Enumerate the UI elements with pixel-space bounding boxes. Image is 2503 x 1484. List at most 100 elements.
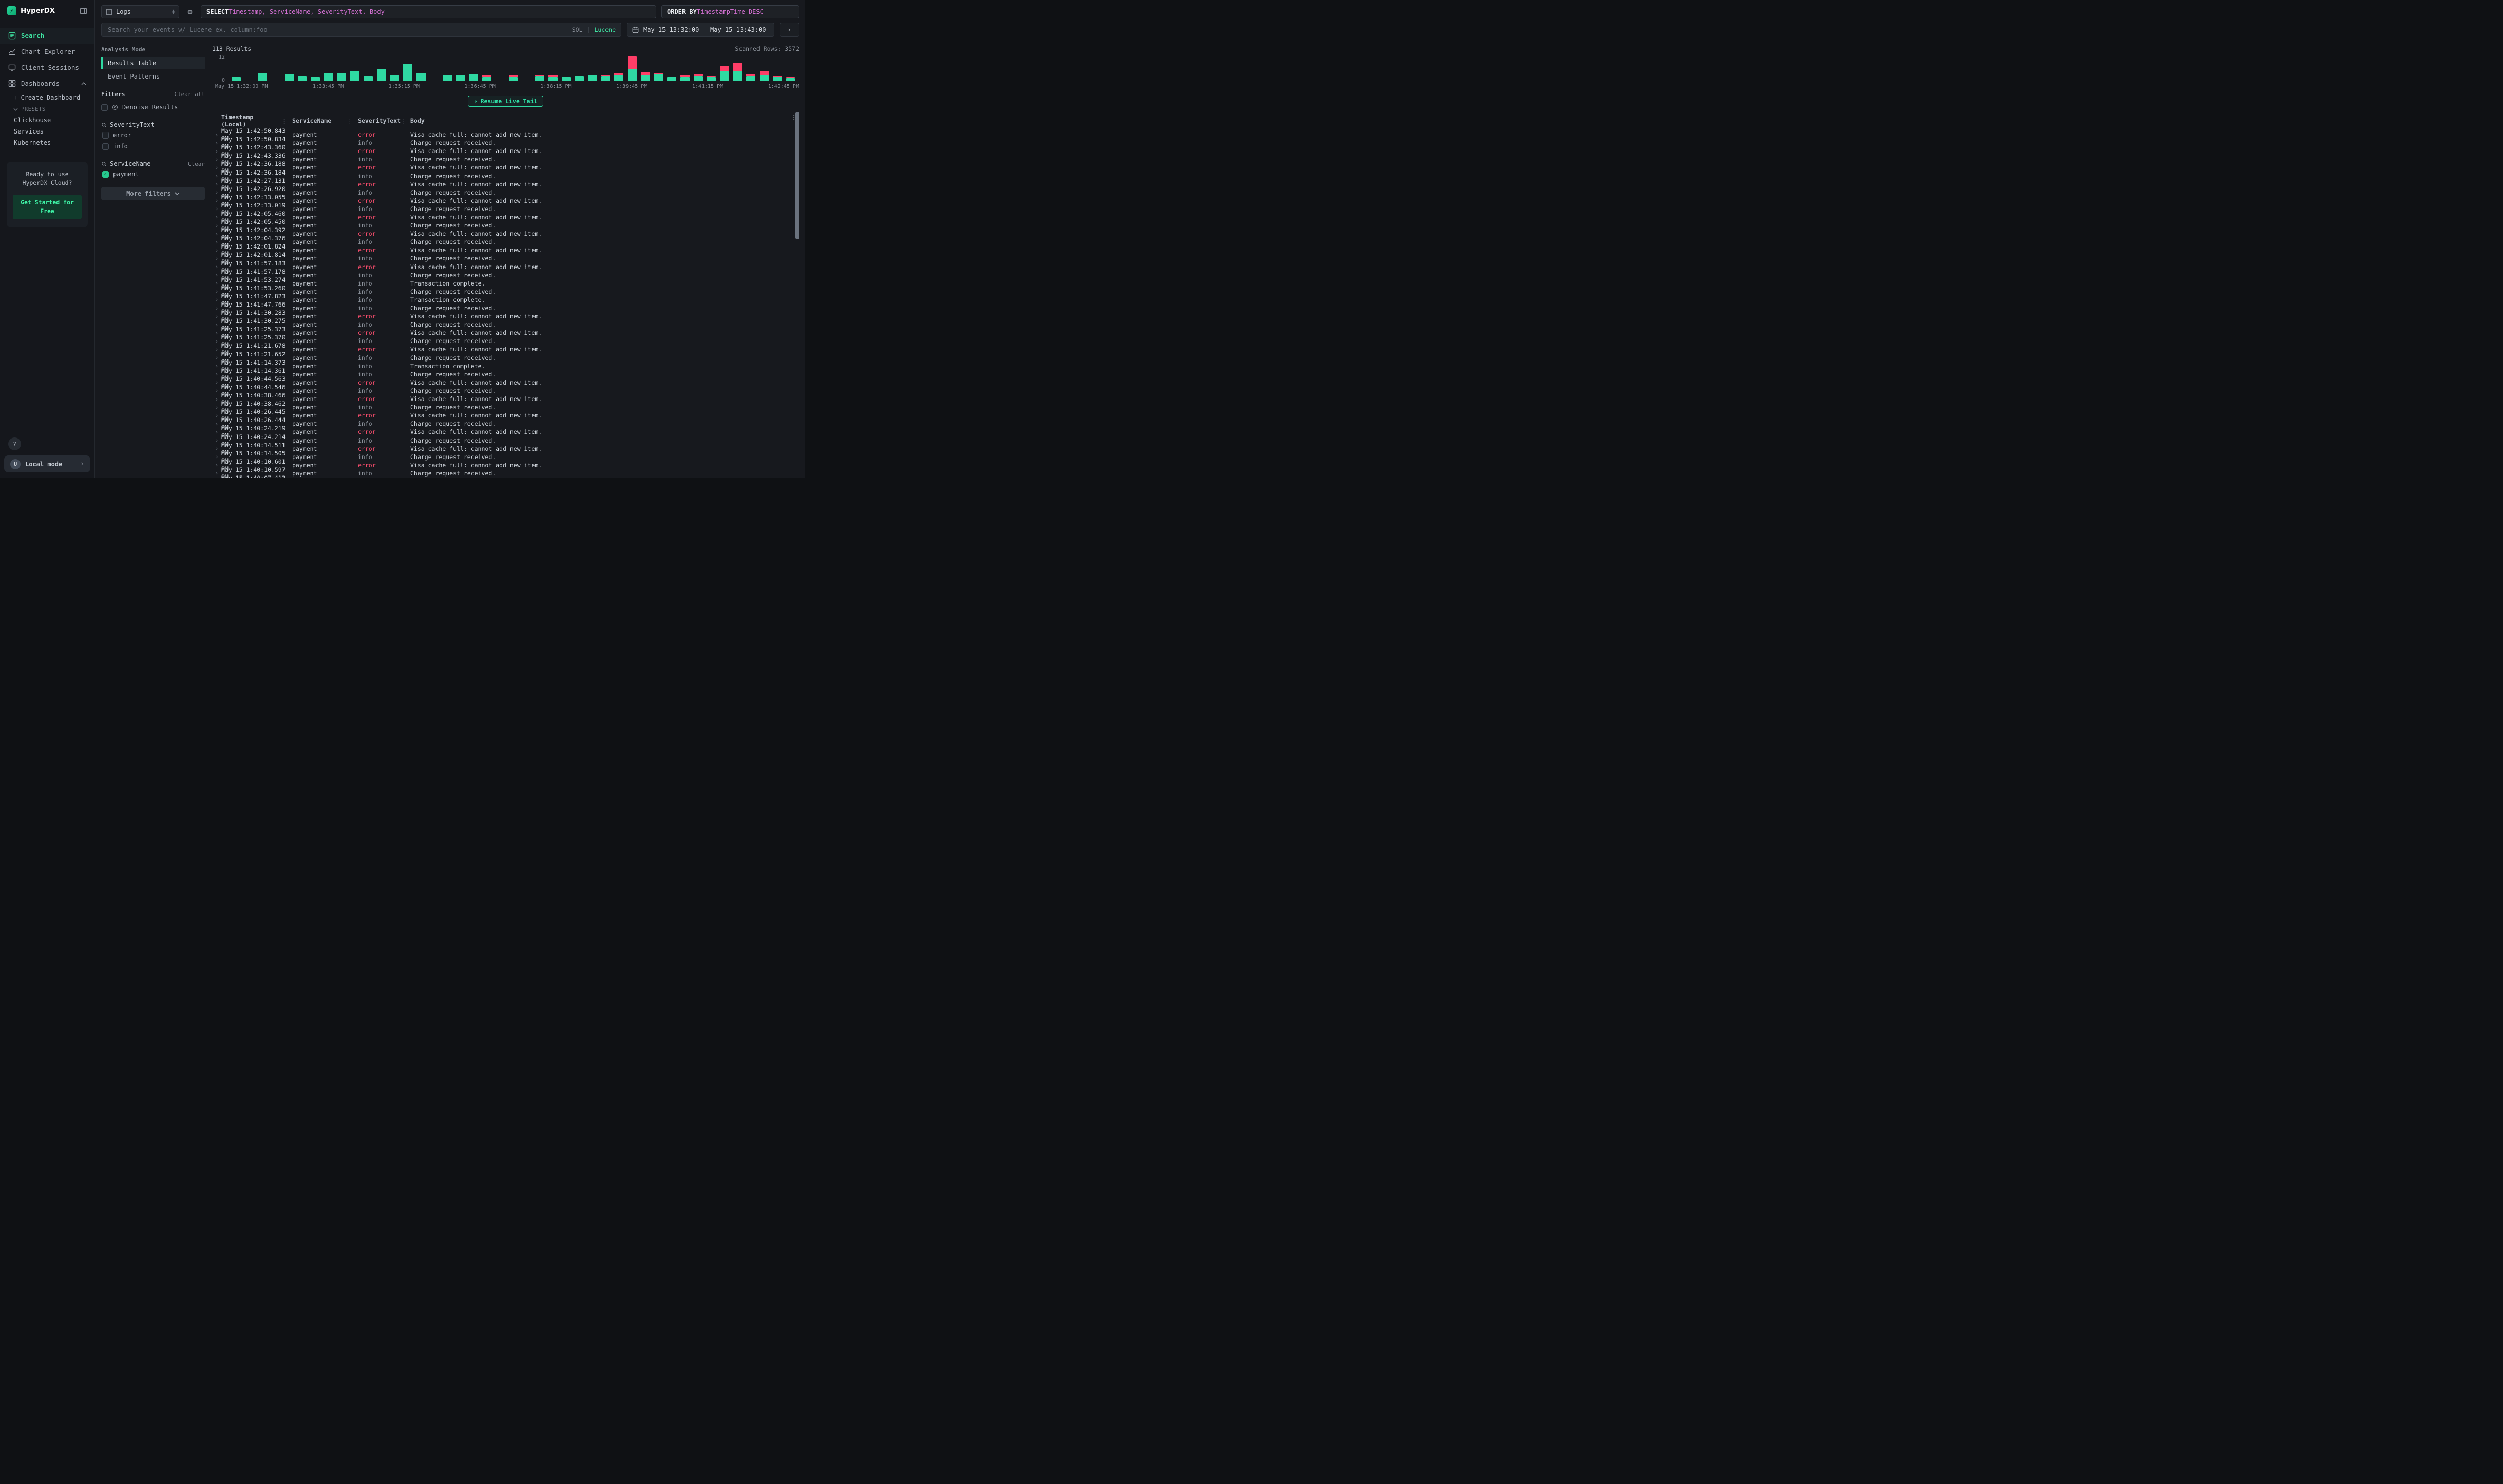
expand-chevron-icon[interactable]: ›: [212, 313, 221, 320]
log-row[interactable]: › May 15 1:40:14.505 PM payment info Cha…: [212, 453, 799, 461]
expand-chevron-icon[interactable]: ›: [212, 305, 221, 312]
log-row[interactable]: › May 15 1:42:13.019 PM payment info Cha…: [212, 205, 799, 213]
expand-chevron-icon[interactable]: ›: [212, 148, 221, 155]
denoise-results-checkbox-row[interactable]: Denoise Results: [101, 102, 205, 113]
log-row[interactable]: › May 15 1:41:21.652 PM payment info Cha…: [212, 354, 799, 362]
log-row[interactable]: › May 15 1:41:53.260 PM payment info Cha…: [212, 288, 799, 296]
log-row[interactable]: › May 15 1:40:38.462 PM payment info Cha…: [212, 403, 799, 411]
histogram-bar[interactable]: [614, 56, 623, 81]
histogram-bar[interactable]: [324, 56, 333, 81]
log-row[interactable]: › May 15 1:40:10.597 PM payment info Cha…: [212, 469, 799, 478]
expand-chevron-icon[interactable]: ›: [212, 272, 221, 278]
sidebar-item-client-sessions[interactable]: Client Sessions: [0, 60, 94, 75]
expand-chevron-icon[interactable]: ›: [212, 231, 221, 237]
log-row[interactable]: › May 15 1:42:36.188 PM payment error Vi…: [212, 163, 799, 172]
histogram-bar[interactable]: [707, 56, 716, 81]
log-row[interactable]: › May 15 1:42:43.336 PM payment info Cha…: [212, 155, 799, 163]
expand-chevron-icon[interactable]: ›: [212, 205, 221, 212]
log-row[interactable]: › May 15 1:42:36.184 PM payment info Cha…: [212, 172, 799, 180]
log-row[interactable]: › May 15 1:40:44.546 PM payment info Cha…: [212, 387, 799, 395]
histogram-bar[interactable]: [482, 56, 491, 81]
log-row[interactable]: › May 15 1:42:50.834 PM payment info Cha…: [212, 139, 799, 147]
histogram-bar[interactable]: [258, 56, 267, 81]
histogram-bar[interactable]: [430, 56, 439, 81]
column-resize-handle[interactable]: ⋮: [347, 117, 353, 124]
expand-chevron-icon[interactable]: ›: [212, 296, 221, 303]
log-row[interactable]: › May 15 1:41:57.178 PM payment info Cha…: [212, 271, 799, 279]
histogram-bar[interactable]: [588, 56, 597, 81]
filter-option-info[interactable]: info: [102, 141, 205, 152]
language-toggle-sql[interactable]: SQL: [572, 26, 583, 33]
log-row[interactable]: › May 15 1:42:05.450 PM payment info Cha…: [212, 221, 799, 230]
gear-icon[interactable]: ⚙: [184, 5, 196, 18]
expand-chevron-icon[interactable]: ›: [212, 280, 221, 287]
log-row[interactable]: › May 15 1:41:25.373 PM payment error Vi…: [212, 329, 799, 337]
histogram-bar[interactable]: [760, 56, 769, 81]
run-query-button[interactable]: ▷: [780, 23, 799, 37]
histogram-bar[interactable]: [548, 56, 558, 81]
help-button[interactable]: ?: [8, 437, 21, 450]
expand-chevron-icon[interactable]: ›: [212, 421, 221, 427]
error-checkbox[interactable]: [102, 132, 109, 139]
log-row[interactable]: › May 15 1:41:53.274 PM payment info Tra…: [212, 279, 799, 288]
log-row[interactable]: › May 15 1:41:30.283 PM payment error Vi…: [212, 312, 799, 320]
histogram-bar[interactable]: [773, 56, 782, 81]
presets-toggle[interactable]: PRESETS: [0, 104, 94, 115]
expand-chevron-icon[interactable]: ›: [212, 387, 221, 394]
sidebar-collapse-icon[interactable]: [80, 7, 87, 15]
log-row[interactable]: › May 15 1:41:57.183 PM payment error Vi…: [212, 263, 799, 271]
log-row[interactable]: › May 15 1:41:14.361 PM payment info Cha…: [212, 370, 799, 378]
histogram-bar[interactable]: [786, 56, 795, 81]
select-query-field[interactable]: SELECT Timestamp, ServiceName, SeverityT…: [201, 5, 656, 18]
expand-chevron-icon[interactable]: ›: [212, 156, 221, 163]
log-row[interactable]: › May 15 1:42:43.360 PM payment error Vi…: [212, 147, 799, 155]
log-row[interactable]: › May 15 1:42:01.814 PM payment info Cha…: [212, 254, 799, 262]
expand-chevron-icon[interactable]: ›: [212, 354, 221, 361]
expand-chevron-icon[interactable]: ›: [212, 338, 221, 345]
histogram-bar[interactable]: [720, 56, 729, 81]
expand-chevron-icon[interactable]: ›: [212, 429, 221, 435]
expand-chevron-icon[interactable]: ›: [212, 197, 221, 204]
log-row[interactable]: › May 15 1:41:30.275 PM payment info Cha…: [212, 320, 799, 329]
column-resize-handle[interactable]: ⋮: [281, 117, 288, 124]
expand-chevron-icon[interactable]: ›: [212, 470, 221, 477]
histogram-bar[interactable]: [667, 56, 676, 81]
sidebar-item-chart-explorer[interactable]: Chart Explorer: [0, 44, 94, 60]
denoise-checkbox[interactable]: [101, 104, 108, 111]
histogram-bar[interactable]: [562, 56, 571, 81]
histogram-bar[interactable]: [337, 56, 347, 81]
column-header-body[interactable]: Body: [410, 117, 799, 124]
histogram-bar[interactable]: [601, 56, 611, 81]
get-started-button[interactable]: Get Started for Free: [13, 195, 82, 220]
histogram-bar[interactable]: [575, 56, 584, 81]
histogram-bar[interactable]: [680, 56, 690, 81]
histogram-bar[interactable]: [364, 56, 373, 81]
log-row[interactable]: › May 15 1:42:04.392 PM payment error Vi…: [212, 230, 799, 238]
table-scrollbar[interactable]: [795, 112, 799, 239]
column-resize-handle[interactable]: ⋮: [401, 117, 407, 124]
language-toggle-lucene[interactable]: Lucene: [594, 26, 616, 33]
column-header-severitytext[interactable]: SeverityText: [358, 117, 401, 124]
histogram-bar[interactable]: [245, 56, 254, 81]
expand-chevron-icon[interactable]: ›: [212, 164, 221, 171]
log-row[interactable]: › May 15 1:40:26.444 PM payment info Cha…: [212, 420, 799, 428]
expand-chevron-icon[interactable]: ›: [212, 371, 221, 377]
log-row[interactable]: › May 15 1:42:50.843 PM payment error Vi…: [212, 130, 799, 139]
histogram-bar[interactable]: [456, 56, 465, 81]
column-header-timestamp[interactable]: Timestamp (Local): [221, 113, 281, 128]
histogram-bar[interactable]: [654, 56, 663, 81]
expand-chevron-icon[interactable]: ›: [212, 222, 221, 229]
log-row[interactable]: › May 15 1:42:05.460 PM payment error Vi…: [212, 213, 799, 221]
expand-chevron-icon[interactable]: ›: [212, 437, 221, 444]
expand-chevron-icon[interactable]: ›: [212, 247, 221, 254]
histogram-bar[interactable]: [746, 56, 755, 81]
clear-all-button[interactable]: Clear all: [174, 91, 205, 98]
expand-chevron-icon[interactable]: ›: [212, 379, 221, 386]
expand-chevron-icon[interactable]: ›: [212, 239, 221, 245]
log-row[interactable]: › May 15 1:41:25.370 PM payment info Cha…: [212, 337, 799, 345]
expand-chevron-icon[interactable]: ›: [212, 330, 221, 336]
expand-chevron-icon[interactable]: ›: [212, 462, 221, 468]
brand[interactable]: ⚡ HyperDX: [7, 6, 55, 15]
log-row[interactable]: › May 15 1:40:44.563 PM payment error Vi…: [212, 378, 799, 387]
mode-event-patterns[interactable]: Event Patterns: [101, 70, 205, 83]
